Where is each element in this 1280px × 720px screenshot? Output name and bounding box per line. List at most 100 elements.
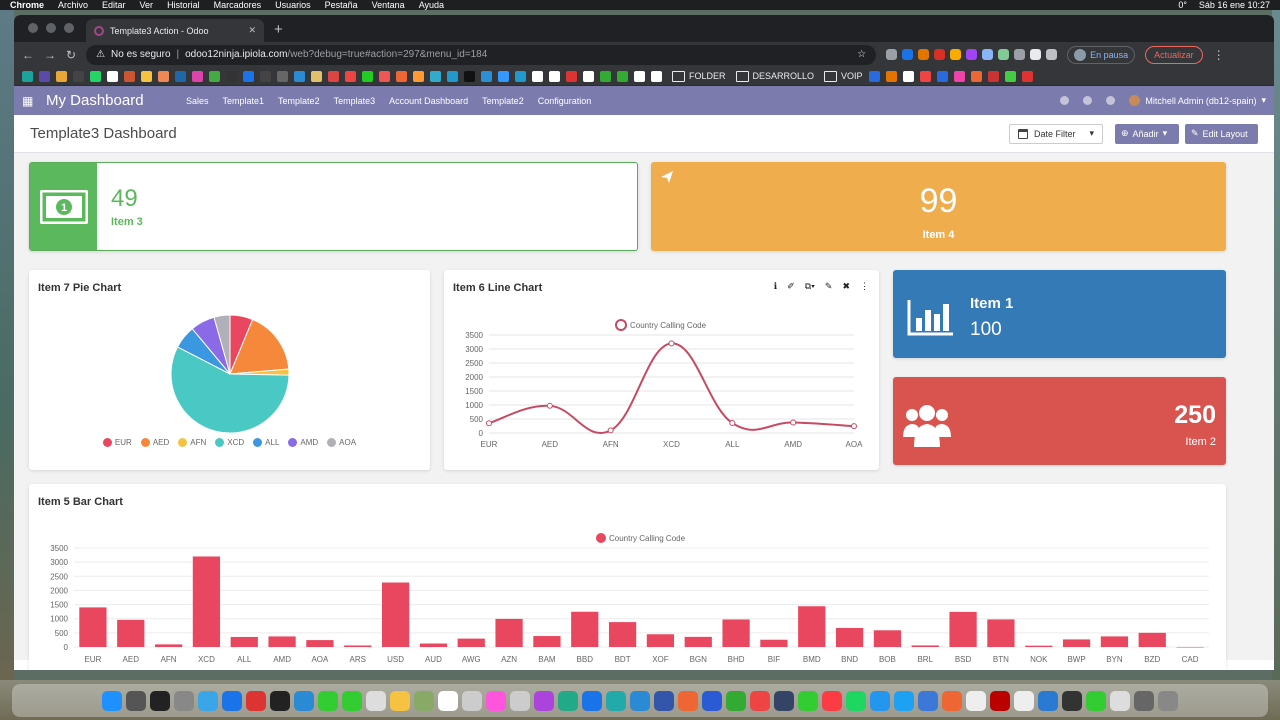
bookmark-icon[interactable] — [481, 70, 492, 82]
dock-app-icon[interactable] — [606, 690, 626, 711]
menu-item-template3[interactable]: Template3 — [334, 96, 376, 106]
dock-app-icon[interactable] — [342, 690, 362, 711]
extension-icon[interactable] — [966, 49, 978, 60]
menubar-item[interactable]: Historial — [167, 0, 200, 10]
app-brand[interactable]: My Dashboard — [46, 92, 186, 109]
dock-app-icon[interactable] — [174, 690, 194, 711]
menu-item-sales[interactable]: Sales — [186, 96, 209, 106]
bookmark-icon[interactable] — [345, 70, 356, 82]
kpi-tile-item1[interactable]: Item 1 100 — [893, 270, 1226, 358]
bookmark-icon[interactable] — [175, 70, 186, 82]
bar[interactable] — [495, 618, 523, 647]
menu-item-account-dashboard[interactable]: Account Dashboard — [389, 96, 468, 106]
bar[interactable] — [1138, 632, 1166, 647]
data-point[interactable] — [851, 423, 857, 430]
bookmark-star-icon[interactable]: ☆ — [857, 49, 866, 60]
bar[interactable] — [117, 619, 145, 647]
bookmark-icon[interactable] — [919, 70, 931, 82]
bar[interactable] — [1062, 639, 1091, 647]
menubar-item[interactable]: Editar — [102, 0, 126, 10]
bar[interactable] — [646, 634, 675, 647]
dock-app-icon[interactable] — [198, 690, 218, 711]
address-bar[interactable]: ⚠ No es seguro | odoo12ninja.ipiola.com/… — [86, 44, 877, 65]
dock-app-icon[interactable] — [870, 690, 890, 711]
extension-icon[interactable] — [998, 49, 1010, 60]
bookmark-icon[interactable] — [464, 70, 475, 82]
dock-app-icon[interactable] — [942, 690, 962, 711]
menu-kebab-icon[interactable]: ⋮ — [1213, 48, 1225, 62]
bookmark-icon[interactable] — [634, 70, 645, 82]
puzzle-icon[interactable] — [1030, 49, 1042, 60]
bar[interactable] — [911, 645, 939, 647]
dock-app-icon[interactable] — [366, 690, 386, 711]
bar[interactable] — [722, 619, 750, 647]
warning-icon[interactable]: ⚠ — [96, 49, 105, 60]
close-tab-icon[interactable]: ✕ — [248, 25, 256, 36]
menubar-item[interactable]: Usuarios — [275, 0, 311, 10]
bookmark-icon[interactable] — [447, 70, 458, 82]
bookmark-icon[interactable] — [868, 70, 880, 82]
new-tab-icon[interactable]: + — [264, 21, 283, 42]
bookmark-icon[interactable] — [566, 70, 577, 82]
bar[interactable] — [306, 640, 334, 647]
dock-app-icon[interactable] — [582, 690, 602, 711]
dock-app-icon[interactable] — [318, 690, 338, 711]
bookmark-icon[interactable] — [987, 70, 999, 82]
bar[interactable] — [230, 636, 258, 647]
dock-app-icon[interactable] — [774, 690, 794, 711]
bar[interactable] — [1025, 645, 1053, 647]
bar[interactable] — [419, 643, 448, 647]
menu-item-configuration[interactable]: Configuration — [538, 96, 592, 106]
dock-app-icon[interactable] — [1086, 690, 1106, 711]
github-icon[interactable] — [260, 70, 271, 82]
dock-app-icon[interactable] — [438, 690, 458, 711]
activity-clock-icon[interactable] — [1060, 96, 1070, 105]
dock-app-icon[interactable] — [1158, 690, 1178, 711]
extension-icon[interactable] — [1014, 49, 1026, 60]
menubar-clock[interactable]: Sáb 16 ene 10:27 — [1199, 0, 1270, 10]
dock-app-icon[interactable] — [102, 690, 122, 711]
data-point[interactable] — [607, 427, 614, 434]
bookmark-icon[interactable] — [192, 70, 203, 82]
bookmark-icon[interactable] — [158, 70, 169, 82]
bookmark-icon[interactable] — [1004, 70, 1016, 82]
bookmark-icon[interactable] — [549, 70, 560, 82]
dock-app-icon[interactable] — [534, 690, 554, 711]
zoom-window-button[interactable] — [64, 23, 74, 33]
extension-icon[interactable] — [982, 49, 994, 60]
bookmark-icon[interactable] — [413, 70, 424, 82]
bar[interactable] — [344, 645, 372, 647]
extension-icon[interactable] — [934, 49, 946, 60]
bookmark-icon[interactable] — [56, 70, 67, 82]
back-icon[interactable]: ← — [22, 48, 34, 62]
menubar-item[interactable]: Ayuda — [419, 0, 444, 10]
user-menu[interactable]: Mitchell Admin (db12-spain) ▾ — [1129, 95, 1266, 106]
chrome-icon[interactable] — [107, 70, 118, 82]
bookmark-icon[interactable] — [970, 70, 982, 82]
data-point[interactable] — [546, 402, 553, 409]
dock-app-icon[interactable] — [270, 690, 290, 711]
extension-icon[interactable] — [902, 49, 914, 60]
dock-app-icon[interactable] — [846, 690, 866, 711]
minimize-window-button[interactable] — [46, 23, 56, 33]
dock-app-icon[interactable] — [966, 690, 986, 711]
extension-icon[interactable] — [950, 49, 962, 60]
apps-grid-icon[interactable]: ▦ — [22, 94, 38, 108]
bookmark-icon[interactable] — [430, 70, 441, 82]
bookmark-icon[interactable] — [328, 70, 339, 82]
dock-app-icon[interactable] — [678, 690, 698, 711]
bookmark-icon[interactable] — [22, 70, 33, 82]
bar[interactable] — [192, 556, 221, 647]
bar[interactable] — [381, 582, 410, 647]
bar[interactable] — [873, 630, 902, 647]
legend-item[interactable]: AMD — [288, 438, 318, 447]
bookmark-icon[interactable] — [498, 70, 509, 82]
close-window-button[interactable] — [28, 23, 38, 33]
bar-chart[interactable]: 0 500 1000 1500 2000 2500 3000 3500 Country Call… — [29, 484, 1226, 670]
menubar-item[interactable]: Marcadores — [214, 0, 262, 10]
dock-app-icon[interactable] — [798, 690, 818, 711]
bar[interactable] — [798, 606, 826, 647]
dock-app-icon[interactable] — [1134, 690, 1154, 711]
bookmark-icon[interactable] — [141, 70, 152, 82]
bookmark-icon[interactable] — [362, 70, 373, 82]
